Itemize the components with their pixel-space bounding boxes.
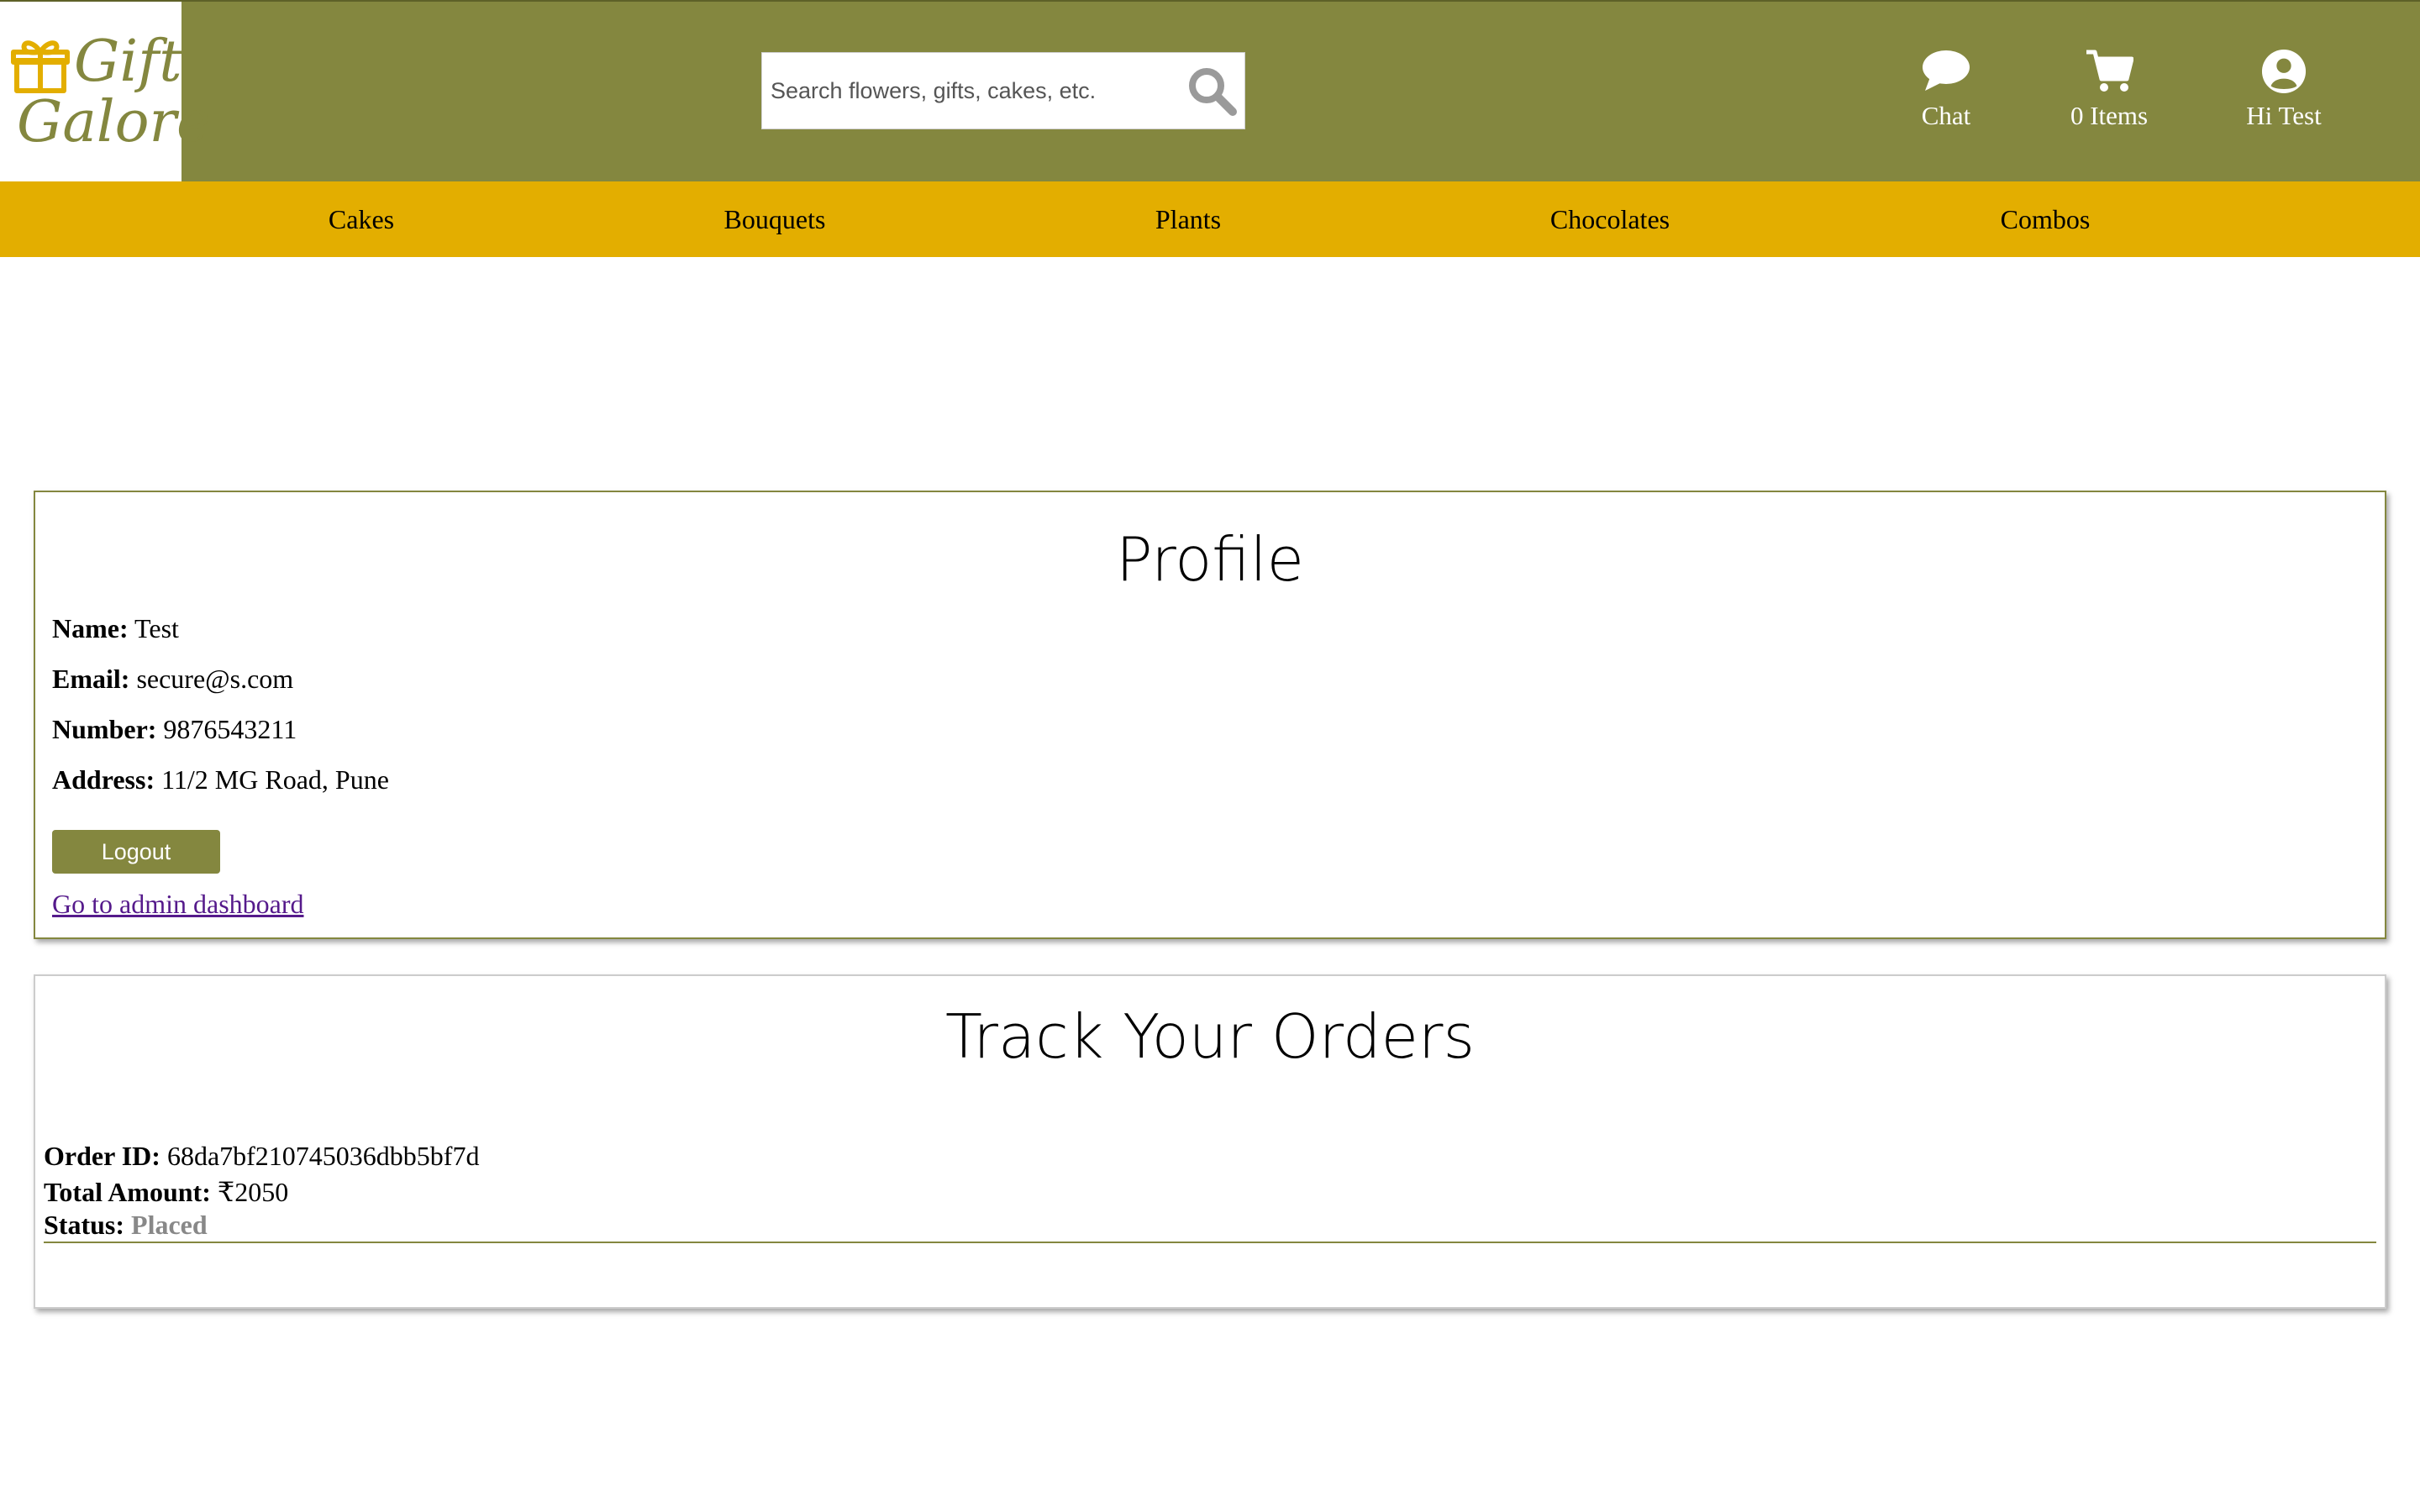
- search-input[interactable]: [762, 53, 1174, 129]
- profile-card: Profile Name: Test Email: secure@s.com N…: [34, 491, 2386, 939]
- chat-button[interactable]: Chat: [1870, 49, 2022, 141]
- field-label: Address:: [52, 764, 155, 795]
- orders-card: Track Your Orders Order ID: 68da7bf21074…: [34, 974, 2386, 1309]
- order-amount-value: ₹2050: [217, 1177, 289, 1207]
- field-label: Number:: [52, 714, 157, 744]
- order-status-label: Status:: [44, 1210, 125, 1240]
- user-circle-icon: [2261, 49, 2307, 94]
- status-badge: Placed: [131, 1210, 208, 1240]
- nav-item-bouquets[interactable]: Bouquets: [724, 181, 826, 257]
- field-value: 11/2 MG Road, Pune: [161, 764, 389, 795]
- order-id-value: 68da7bf210745036dbb5bf7d: [166, 1141, 480, 1171]
- chat-label: Chat: [1921, 101, 1971, 130]
- order-id-label: Order ID:: [44, 1141, 160, 1171]
- field-label: Email:: [52, 664, 130, 694]
- field-value: secure@s.com: [136, 664, 294, 694]
- nav-item-cakes[interactable]: Cakes: [329, 181, 394, 257]
- order-amount-label: Total Amount:: [44, 1177, 211, 1207]
- search-bar: [761, 52, 1245, 129]
- cart-count-label: 0 Items: [2070, 101, 2149, 130]
- search-icon[interactable]: [1184, 63, 1239, 118]
- admin-dashboard-link[interactable]: Go to admin dashboard: [52, 889, 304, 920]
- field-label: Name:: [52, 613, 129, 643]
- chat-bubble-icon: [1923, 50, 1970, 91]
- orders-title: Track Your Orders: [945, 1001, 1475, 1072]
- cart-icon: [2086, 50, 2133, 92]
- order-divider: [44, 1242, 2376, 1243]
- nav-item-chocolates[interactable]: Chocolates: [1550, 181, 1670, 257]
- profile-number-row: Number: 9876543211: [52, 714, 297, 745]
- site-header: Gift Galore Chat 0 Items Hi Test: [0, 0, 2420, 181]
- cart-button[interactable]: 0 Items: [2033, 49, 2185, 141]
- logout-button[interactable]: Logout: [52, 830, 220, 874]
- order-status-row: Status: Placed: [44, 1210, 208, 1241]
- field-value: Test: [134, 613, 179, 643]
- gift-icon: [11, 40, 70, 93]
- profile-title: Profile: [1116, 524, 1304, 595]
- field-value: 9876543211: [163, 714, 297, 744]
- order-amount-row: Total Amount: ₹2050: [44, 1176, 288, 1208]
- nav-item-combos[interactable]: Combos: [2001, 181, 2091, 257]
- profile-address-row: Address: 11/2 MG Road, Pune: [52, 764, 389, 795]
- profile-email-row: Email: secure@s.com: [52, 664, 293, 695]
- brand-logo[interactable]: Gift Galore: [0, 2, 210, 181]
- brand-name-line2: Galore: [17, 89, 211, 155]
- order-id-row: Order ID: 68da7bf210745036dbb5bf7d: [44, 1141, 479, 1172]
- profile-name-row: Name: Test: [52, 613, 179, 644]
- category-nav: Cakes Bouquets Plants Chocolates Combos: [0, 181, 2420, 257]
- user-greeting-label: Hi Test: [2246, 101, 2322, 130]
- brand-name-line1: Gift: [74, 29, 182, 95]
- user-account-button[interactable]: Hi Test: [2208, 49, 2360, 141]
- nav-item-plants[interactable]: Plants: [1155, 181, 1221, 257]
